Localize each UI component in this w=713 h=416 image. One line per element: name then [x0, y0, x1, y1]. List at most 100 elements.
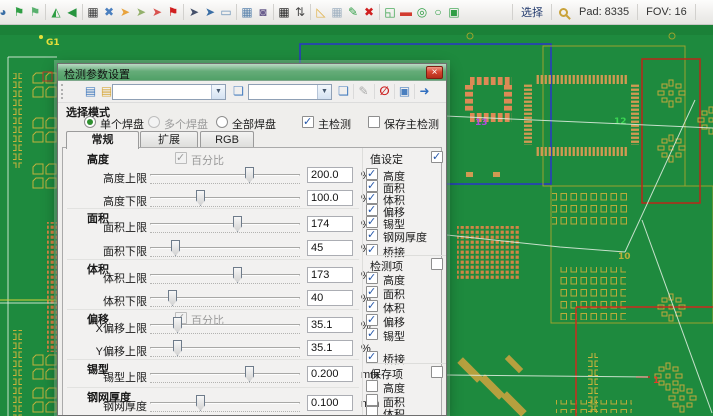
apply-params-2-icon[interactable]: ❏	[335, 83, 352, 100]
save-main-detect-checkbox[interactable]	[368, 116, 380, 128]
select-button[interactable]: 选择	[515, 4, 549, 20]
checkbox[interactable]	[366, 351, 378, 363]
checkbox[interactable]	[366, 272, 378, 284]
checkbox[interactable]	[366, 229, 378, 241]
tab-general[interactable]: 常规	[66, 131, 139, 149]
value-input[interactable]	[307, 317, 353, 333]
circle-icon[interactable]: ○	[430, 3, 446, 21]
slider-track[interactable]	[150, 174, 300, 176]
slider-label: 钢网厚度	[77, 398, 147, 414]
slider-thumb[interactable]	[173, 317, 182, 333]
value-input[interactable]	[307, 395, 353, 411]
value-input[interactable]	[307, 216, 353, 232]
cone-icon[interactable]: ◀	[64, 3, 80, 21]
value-input[interactable]	[307, 267, 353, 283]
pushpin-dark-icon[interactable]: ➤	[186, 3, 202, 21]
slider-thumb[interactable]	[245, 366, 254, 382]
load-params-icon[interactable]: ▤	[82, 83, 99, 100]
checkbox[interactable]	[366, 380, 378, 392]
checkbox[interactable]	[366, 314, 378, 326]
checkbox-label: 体积	[383, 406, 405, 416]
magnifier-icon[interactable]	[559, 8, 568, 17]
toolbar-separator	[394, 84, 395, 99]
checkbox[interactable]	[366, 286, 378, 298]
flag-icon[interactable]: ⚑	[11, 3, 27, 21]
slider-ticks	[150, 256, 300, 257]
dart-red-icon[interactable]: ➤	[149, 3, 165, 21]
slider-thumb[interactable]	[233, 216, 242, 232]
checkbox[interactable]	[366, 300, 378, 312]
flag-light-icon[interactable]: ⚑	[27, 3, 43, 21]
save-icon[interactable]: ▣	[396, 83, 413, 100]
slider-track[interactable]	[150, 197, 300, 199]
calculator-icon[interactable]: ▦	[239, 3, 255, 21]
slider-thumb[interactable]	[173, 340, 182, 356]
value-input[interactable]	[307, 290, 353, 306]
block-icon[interactable]: ∅	[376, 83, 393, 100]
apply-params-icon[interactable]: ❏	[230, 83, 247, 100]
tools-icon[interactable]: ✖	[101, 3, 117, 21]
target-icon[interactable]: ◎	[414, 3, 430, 21]
slider-track[interactable]	[150, 373, 300, 375]
slider-track[interactable]	[150, 402, 300, 404]
square-icon[interactable]: ▣	[446, 3, 462, 21]
param-combo-2[interactable]: ▼	[248, 84, 332, 100]
ruler-icon[interactable]: ◺	[313, 3, 329, 21]
map-pin-icon[interactable]: ⚑	[165, 3, 181, 21]
tiles-icon[interactable]: ▦	[276, 3, 292, 21]
screen-icon[interactable]: ▦	[85, 3, 101, 21]
value-set-master-checkbox[interactable]	[431, 151, 443, 163]
slider-thumb[interactable]	[196, 395, 205, 411]
slider-track[interactable]	[150, 347, 300, 349]
slider-thumb[interactable]	[168, 290, 177, 306]
toolbar-grip[interactable]	[61, 84, 64, 99]
radio-single-pad[interactable]	[84, 116, 96, 128]
dialog-titlebar[interactable]: 检测参数设置 ×	[58, 64, 446, 81]
checkbox[interactable]	[366, 216, 378, 228]
dart-blue-icon[interactable]: ➤	[202, 3, 218, 21]
slider-thumb[interactable]	[245, 167, 254, 183]
value-input[interactable]	[307, 190, 353, 206]
exit-icon[interactable]: ➜	[416, 83, 433, 100]
dart-green-icon[interactable]: ➤	[133, 3, 149, 21]
edit-chart-icon[interactable]: ✎	[345, 3, 361, 21]
close-button[interactable]: ×	[426, 66, 443, 79]
rect-select-icon[interactable]: ▭	[218, 3, 234, 21]
measure-triangle-icon[interactable]: ◭	[48, 3, 64, 21]
value-input[interactable]	[307, 167, 353, 183]
slider-row: X偏移上限 %	[63, 316, 363, 340]
slider-track[interactable]	[150, 223, 300, 225]
slider-ticks	[150, 333, 300, 334]
chevron-down-icon[interactable]: ▼	[211, 85, 225, 99]
window-red-icon[interactable]: ▬	[398, 3, 414, 21]
slider-track[interactable]	[150, 274, 300, 276]
slider-thumb[interactable]	[233, 267, 242, 283]
value-input[interactable]	[307, 340, 353, 356]
slider-track[interactable]	[150, 324, 300, 326]
grid-icon[interactable]: ▦	[329, 3, 345, 21]
checkbox[interactable]	[366, 328, 378, 340]
radio-all-pads[interactable]	[216, 116, 228, 128]
camera-icon[interactable]: ◙	[255, 3, 271, 21]
sort-az-icon[interactable]: ⇅	[292, 3, 308, 21]
value-input[interactable]	[307, 240, 353, 256]
save-master-checkbox[interactable]	[431, 366, 443, 378]
slider-thumb[interactable]	[196, 190, 205, 206]
detect-master-checkbox[interactable]	[431, 258, 443, 270]
pcb-label-g1: G1	[46, 38, 60, 48]
divider	[366, 255, 446, 256]
tab-rgb[interactable]: RGB	[200, 131, 254, 148]
delete-icon[interactable]: ✖	[361, 3, 377, 21]
chevron-down-icon[interactable]: ▼	[317, 85, 331, 99]
slider-label: X偏移上限	[77, 320, 147, 336]
view-circle-icon[interactable]: ◕	[0, 3, 11, 21]
checkbox[interactable]	[366, 406, 378, 416]
checkbox[interactable]	[366, 394, 378, 406]
main-detect-checkbox[interactable]	[302, 116, 314, 128]
dart-orange-icon[interactable]: ➤	[117, 3, 133, 21]
window-green-icon[interactable]: ◱	[382, 3, 398, 21]
tab-extended[interactable]: 扩展	[140, 131, 198, 148]
value-input[interactable]	[307, 366, 353, 382]
param-combo-1[interactable]: ▼	[112, 84, 226, 100]
slider-thumb[interactable]	[171, 240, 180, 256]
